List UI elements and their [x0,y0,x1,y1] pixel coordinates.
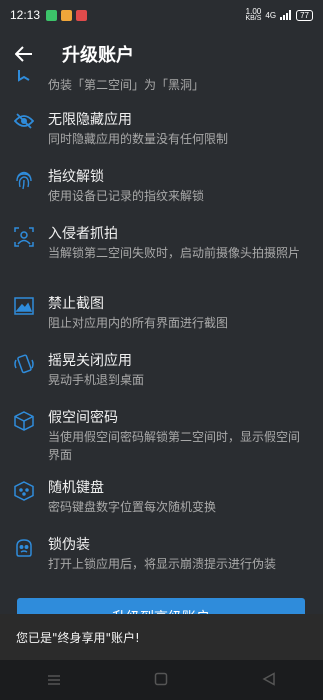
feature-title: 指纹解锁 [48,169,104,185]
mask-icon [0,70,48,98]
signal-icon [280,10,292,20]
feature-shake-close: 摇晃关闭应用 晃动手机退到桌面 [0,351,323,401]
page-title: 升级账户 [62,45,134,66]
feature-desc: 伪装「第二空间」为「黑洞」 [48,78,205,92]
alert-notification-icon [76,9,88,21]
feature-title: 入侵者抓拍 [48,226,118,242]
arrow-back-icon [15,46,32,62]
triangle-back-icon [262,671,275,686]
app-notification-icon [61,9,73,21]
feature-title: 禁止截图 [48,296,104,312]
feature-fingerprint: 指纹解锁 使用设备已记录的指纹来解锁 [0,167,323,217]
snackbar-message: 您已是"终身享用"账户! [16,630,140,645]
home-button[interactable] [154,671,168,690]
menu-icon [47,674,60,685]
network-speed: 1.00 KB/S [245,7,262,23]
feature-intruder: 入侵者抓拍 当解锁第二空间失败时，启动前摄像头拍摄照片 [0,224,323,294]
fingerprint-icon [0,167,48,217]
feature-desc: 阻止对应用内的所有界面进行截图 [48,316,229,330]
feature-title: 假空间密码 [48,410,118,426]
no-screenshot-icon [0,294,48,344]
feature-lock-disguise: 锁伪装 打开上锁应用后，将显示崩溃提示进行伪装 [0,535,323,585]
feature-desc: 当使用假空间密码解锁第二空间时，显示假空间界面 [48,430,301,462]
system-back-button[interactable] [262,671,276,690]
home-icon [155,672,168,685]
feature-list: 伪装「第二空间」为「黑洞」 无限隐藏应用 同时隐藏应用的数量没有任何限制 指纹解… [0,70,323,585]
eye-off-icon [0,110,48,160]
feature-title: 无限隐藏应用 [48,112,132,128]
feature-desc: 打开上锁应用后，将显示崩溃提示进行伪装 [48,557,277,571]
feature-title: 摇晃关闭应用 [48,353,132,369]
menu-button[interactable] [47,671,61,690]
feature-desc: 使用设备已记录的指纹来解锁 [48,189,205,203]
status-bar: 12:13 1.00 KB/S 4G 77 [0,0,323,30]
shake-icon [0,351,48,401]
intruder-icon [0,224,48,294]
feature-desc: 同时隐藏应用的数量没有任何限制 [48,132,229,146]
status-time: 12:13 [10,8,41,22]
system-nav-bar [0,660,323,700]
battery-icon: 77 [296,9,313,21]
feature-desc: 密码键盘数字位置每次随机变换 [48,500,217,514]
random-keyboard-icon [0,478,48,528]
feature-no-screenshot: 禁止截图 阻止对应用内的所有界面进行截图 [0,294,323,344]
lock-disguise-icon [0,535,48,585]
feature-random-keyboard: 随机键盘 密码键盘数字位置每次随机变换 [0,478,323,528]
feature-desc: 晃动手机退到桌面 [48,373,145,387]
feature-disguise: 伪装「第二空间」为「黑洞」 [0,70,323,98]
feature-title: 随机键盘 [48,480,104,496]
cube-icon [0,408,48,478]
status-indicators: 1.00 KB/S 4G 77 [245,8,313,22]
chat-notification-icon [46,9,58,21]
network-type: 4G [265,10,277,20]
feature-unlimited-hide: 无限隐藏应用 同时隐藏应用的数量没有任何限制 [0,110,323,160]
feature-desc: 当解锁第二空间失败时，启动前摄像头拍摄照片 [48,246,301,260]
snackbar: 您已是"终身享用"账户! [0,614,323,660]
feature-fake-space-password: 假空间密码 当使用假空间密码解锁第二空间时，显示假空间界面 [0,408,323,478]
feature-title: 锁伪装 [48,537,90,553]
